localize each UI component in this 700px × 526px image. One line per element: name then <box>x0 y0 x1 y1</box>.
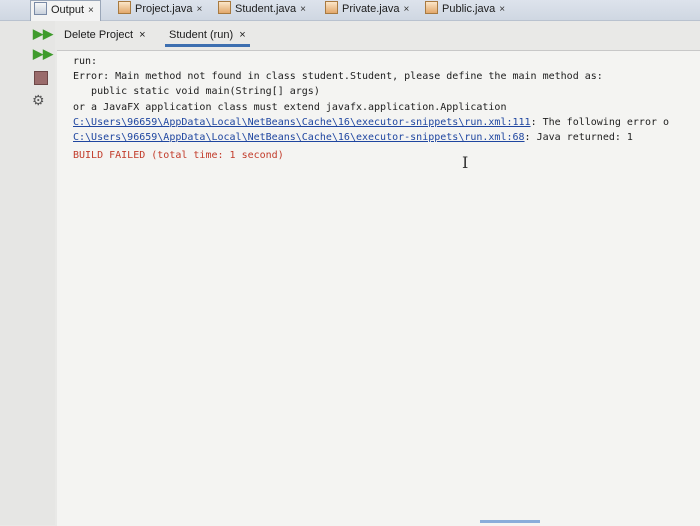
console-line: Error: Main method not found in class st… <box>73 71 603 82</box>
output-toolbar: ▶▶ ▶▶ ⚙ <box>0 21 55 525</box>
tab-label: Output <box>51 4 85 16</box>
java-file-icon <box>218 1 231 14</box>
close-icon[interactable]: × <box>403 4 409 15</box>
scrollbar-accent <box>480 520 540 523</box>
console-line: or a JavaFX application class must exten… <box>73 102 507 113</box>
close-icon[interactable]: × <box>499 4 505 15</box>
build-status-line: BUILD FAILED (total time: 1 second) <box>73 150 284 161</box>
console-line: C:\Users\96659\AppData\Local\NetBeans\Ca… <box>73 116 669 130</box>
output-window-icon <box>34 2 47 15</box>
close-icon[interactable]: × <box>300 4 306 15</box>
rerun-icon[interactable]: ▶▶ <box>33 27 53 41</box>
console-link[interactable]: C:\Users\96659\AppData\Local\NetBeans\Ca… <box>73 132 525 143</box>
console-text: : The following error o <box>530 117 670 128</box>
editor-tab-bar: Output × Project.java × Student.java × Priv… <box>0 0 700 21</box>
tab-label: Project.java <box>135 3 193 15</box>
tab-private-java[interactable]: Private.java × <box>325 0 409 19</box>
java-file-icon <box>325 1 338 14</box>
java-file-icon <box>118 1 131 14</box>
subtab-delete-project[interactable]: Delete Project × <box>64 24 146 46</box>
tab-label: Public.java <box>442 3 496 15</box>
console-line: run: <box>73 56 98 67</box>
close-icon[interactable]: × <box>196 4 202 15</box>
output-subtabs: Delete Project × Student (run) × <box>55 24 700 47</box>
close-icon[interactable]: × <box>88 5 94 16</box>
subtab-student-run[interactable]: Student (run) × <box>165 24 250 47</box>
subtab-label: Delete Project <box>64 29 134 41</box>
tab-public-java[interactable]: Public.java × <box>425 0 505 19</box>
stop-icon[interactable] <box>34 71 48 85</box>
console-link[interactable]: C:\Users\96659\AppData\Local\NetBeans\Ca… <box>73 117 531 128</box>
settings-icon[interactable]: ⚙ <box>32 93 46 107</box>
tab-student-java[interactable]: Student.java × <box>218 0 306 19</box>
output-console[interactable]: run: Error: Main method not found in cla… <box>57 50 700 526</box>
tab-project-java[interactable]: Project.java × <box>118 0 202 19</box>
tab-label: Private.java <box>342 3 400 15</box>
close-icon[interactable]: × <box>239 29 245 41</box>
text-cursor-icon: I <box>462 153 469 172</box>
tab-output[interactable]: Output × <box>30 0 101 21</box>
console-line: public static void main(String[] args) <box>73 86 320 97</box>
console-line: C:\Users\96659\AppData\Local\NetBeans\Ca… <box>73 131 633 145</box>
console-text: : Java returned: 1 <box>524 132 633 143</box>
subtab-label: Student (run) <box>169 29 234 41</box>
rerun-with-changes-icon[interactable]: ▶▶ <box>33 47 53 61</box>
tab-label: Student.java <box>235 3 297 15</box>
close-icon[interactable]: × <box>139 29 145 41</box>
java-file-icon <box>425 1 438 14</box>
